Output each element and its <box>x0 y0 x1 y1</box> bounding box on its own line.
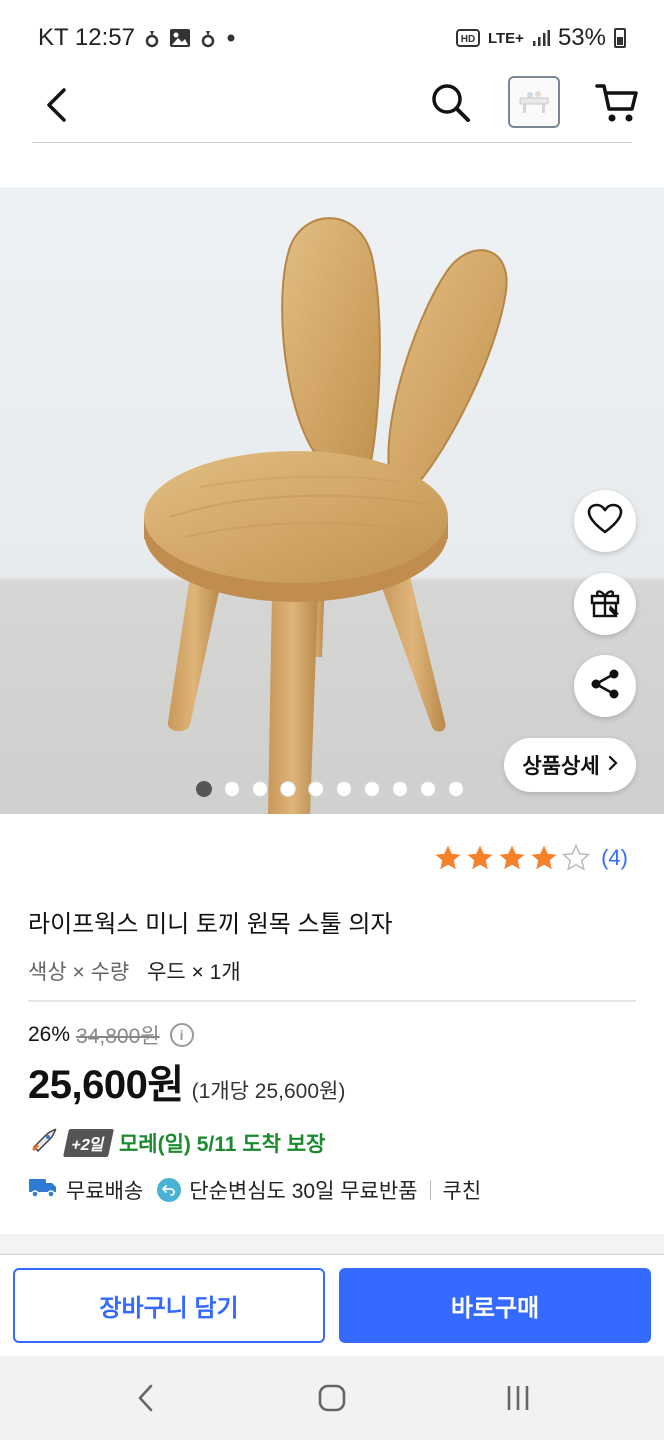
status-bar: KT 12:57 HD LTE+ 53% <box>0 0 664 76</box>
shipping-info: 무료배송 단순변심도 30일 무료반품 쿠친 <box>28 1175 481 1205</box>
hd-icon: HD <box>455 29 480 47</box>
share-button[interactable] <box>574 655 636 717</box>
gallery-dot[interactable] <box>420 781 436 797</box>
section-gap <box>0 1234 664 1254</box>
product-title: 라이프웍스 미니 토끼 원목 스툴 의자 <box>28 911 393 938</box>
gallery-dot[interactable] <box>448 781 464 797</box>
divider <box>28 1000 636 1002</box>
star-filled-icon <box>435 845 461 870</box>
divider <box>0 1254 664 1255</box>
gallery-pagination <box>196 781 464 797</box>
gallery-icon <box>169 28 191 48</box>
star-filled-icon <box>531 845 557 870</box>
notification-icon <box>145 27 159 49</box>
signal-icon <box>532 29 550 47</box>
seller-name[interactable]: 쿠친 <box>443 1175 482 1205</box>
carrier-time: KT 12:57 <box>38 24 135 51</box>
arrival-date: 모레(일) 5/11 도착 보장 <box>118 1133 326 1156</box>
product-image-gallery[interactable]: 상품상세 <box>0 187 664 814</box>
free-return: 단순변심도 30일 무료반품 <box>189 1180 418 1203</box>
return-icon <box>157 1178 182 1202</box>
gift-button[interactable] <box>574 573 636 635</box>
back-icon[interactable] <box>36 82 76 128</box>
discount-row: 26% 34,800원 i <box>28 1020 194 1050</box>
sale-price: 25,600원 <box>28 1063 184 1107</box>
gift-icon <box>588 585 622 624</box>
svg-text:HD: HD <box>461 34 475 45</box>
star-filled-icon <box>499 845 525 870</box>
plus-days-badge: +2일 <box>63 1129 114 1157</box>
discount-rate: 26% <box>28 1023 71 1046</box>
system-back-icon[interactable] <box>126 1378 166 1418</box>
heart-icon <box>587 503 623 540</box>
price-row: 25,600원 (1개당 25,600원) <box>28 1052 345 1110</box>
gallery-dot[interactable] <box>196 781 212 797</box>
nav-divider <box>32 142 632 143</box>
cart-icon[interactable] <box>594 80 640 126</box>
top-nav <box>0 76 664 142</box>
gallery-dot[interactable] <box>280 781 296 797</box>
add-to-cart-button[interactable]: 장바구니 담기 <box>13 1268 325 1343</box>
option-value: 우드 × 1개 <box>147 961 241 984</box>
review-count[interactable]: (4) <box>601 845 628 871</box>
product-detail-label: 상품상세 <box>522 755 600 778</box>
gallery-dot[interactable] <box>364 781 380 797</box>
battery-level: 53% <box>557 24 606 51</box>
info-icon[interactable]: i <box>169 1023 194 1047</box>
product-thumbnail[interactable] <box>508 76 560 128</box>
option-label: 색상 × 수량 <box>28 961 130 984</box>
option-summary[interactable]: 색상 × 수량 우드 × 1개 <box>28 956 241 986</box>
notification-icon <box>201 27 215 49</box>
wishlist-button[interactable] <box>574 490 636 552</box>
delivery-promise: +2일 모레(일) 5/11 도착 보장 <box>28 1127 325 1159</box>
battery-icon <box>614 28 626 48</box>
free-shipping: 무료배송 <box>66 1180 144 1203</box>
truck-icon <box>28 1176 58 1204</box>
gallery-dot[interactable] <box>308 781 324 797</box>
product-detail-button[interactable]: 상품상세 <box>504 738 636 792</box>
product-photo <box>144 217 508 814</box>
chevron-right-icon <box>608 753 618 777</box>
gallery-dot[interactable] <box>336 781 352 797</box>
gallery-dot[interactable] <box>392 781 408 797</box>
rocket-icon <box>28 1127 58 1159</box>
unit-price: (1개당 25,600원) <box>191 1080 346 1103</box>
star-empty-icon <box>561 843 591 871</box>
share-icon <box>588 667 622 706</box>
system-navigation-bar <box>0 1356 664 1440</box>
buy-now-button[interactable]: 바로구매 <box>339 1268 651 1343</box>
gallery-dot[interactable] <box>224 781 240 797</box>
divider <box>429 1180 431 1200</box>
search-icon[interactable] <box>428 80 474 126</box>
gallery-dot[interactable] <box>252 781 268 797</box>
system-home-icon[interactable] <box>312 1378 352 1418</box>
system-recents-icon[interactable] <box>498 1378 538 1418</box>
rating[interactable]: (4) <box>433 843 628 873</box>
dot-icon <box>225 32 237 44</box>
star-filled-icon <box>467 845 493 870</box>
original-price: 34,800원 <box>76 1025 160 1048</box>
network-type: LTE+ <box>487 29 524 47</box>
